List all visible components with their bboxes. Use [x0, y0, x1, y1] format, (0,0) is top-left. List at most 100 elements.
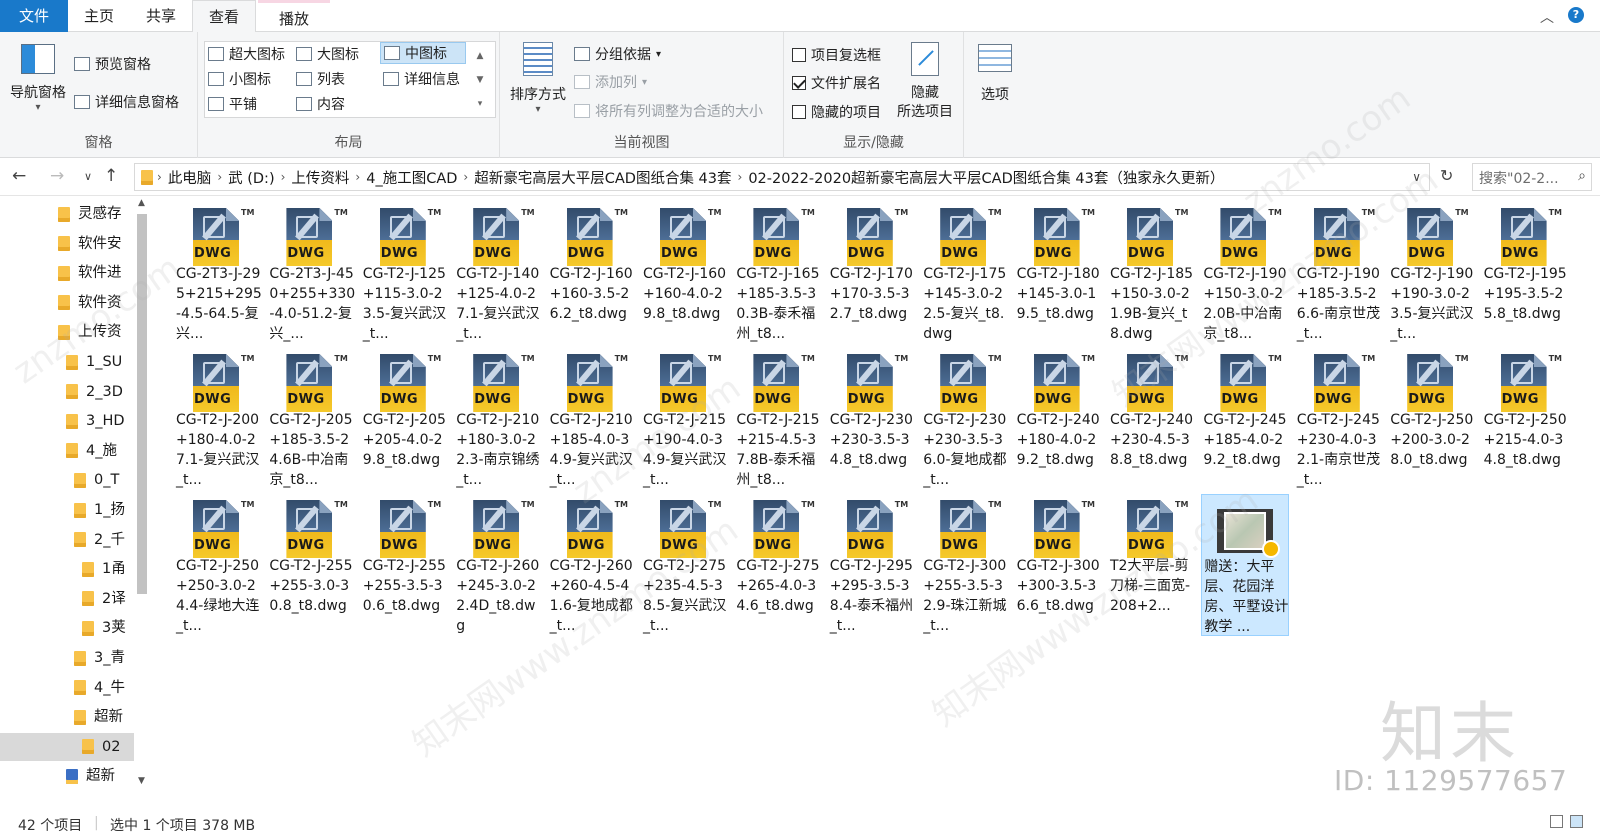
layout-large-icons[interactable]: 大图标	[296, 44, 359, 64]
dwg-file-item[interactable]: TM DWG CG-T2-J-210+185-4.0-34.9-复兴武汉_t...	[548, 348, 636, 490]
recent-locations-chevron-icon[interactable]: ∨	[84, 170, 92, 183]
dwg-file-item[interactable]: TM DWG CG-T2-J-300+255-3.5-32.9-珠江新城_t...	[921, 494, 1009, 636]
layout-gallery-scroll[interactable]: ▲ ▼ ▾	[474, 44, 486, 116]
nav-tree-item[interactable]: 2_千	[0, 526, 134, 554]
dwg-file-item[interactable]: TM DWG CG-T2-J-170+170-3.5-32.7_t8.dwg	[828, 202, 916, 344]
nav-tree-item[interactable]: 2译	[0, 585, 134, 613]
breadcrumb-upload[interactable]: 上传资料	[285, 167, 355, 188]
breadcrumb-current-folder[interactable]: 02-2022-2020超新豪宅高层大平层CAD图纸合集 43套（独家永久更新）	[742, 167, 1230, 188]
dwg-file-item[interactable]: TM DWG CG-T2-J-160+160-4.0-29.8_t8.dwg	[641, 202, 729, 344]
nav-tree-item[interactable]: 1_扬	[0, 496, 134, 524]
preview-pane-button[interactable]: 预览窗格	[74, 54, 151, 74]
dwg-file-item[interactable]: TM DWG CG-T2-J-215+215-4.5-37.8B-泰禾福州_t8..…	[734, 348, 822, 490]
tab-home[interactable]: 主页	[70, 0, 128, 32]
item-checkboxes-checkbox[interactable]	[792, 48, 806, 62]
dwg-file-item[interactable]: TM DWG CG-T2-J-250+215-4.0-34.8_t8.dwg	[1482, 348, 1570, 490]
dwg-file-item[interactable]: TM DWG CG-T2-J-250+200-3.0-28.0_t8.dwg	[1388, 348, 1476, 490]
breadcrumb-drive-d[interactable]: 武 (D:)	[222, 167, 280, 188]
scrollbar-thumb[interactable]	[137, 214, 147, 594]
breadcrumb-this-pc[interactable]: 此电脑	[162, 167, 218, 188]
dwg-file-item[interactable]: TM DWG CG-T2-J-240+230-4.5-38.8_t8.dwg	[1108, 348, 1196, 490]
dwg-file-item[interactable]: TM DWG CG-T2-J-205+185-3.5-24.6B-中冶南京_t8..…	[267, 348, 355, 490]
tab-file[interactable]: 文件	[0, 0, 68, 32]
hidden-items-checkbox[interactable]	[792, 105, 806, 119]
dwg-file-item[interactable]: TM DWG CG-T2-J-165+185-3.5-30.3B-泰禾福州_t8..…	[734, 202, 822, 344]
nav-tree-item[interactable]: 上传资	[0, 318, 134, 346]
layout-extra-large-icons[interactable]: 超大图标	[208, 44, 285, 64]
file-extensions-toggle[interactable]: 文件扩展名	[792, 73, 881, 93]
details-view-icon[interactable]	[1550, 815, 1563, 828]
nav-tree-item[interactable]: 3_青	[0, 644, 134, 672]
details-pane-button[interactable]: 详细信息窗格	[74, 92, 179, 112]
dwg-file-item[interactable]: TM DWG CG-T2-J-175+145-3.0-22.5-复兴_t8.dwg	[921, 202, 1009, 344]
scroll-down-icon[interactable]: ▼	[138, 776, 145, 786]
dwg-file-item[interactable]: TM DWG CG-T2-J-190+190-3.0-23.5-复兴武汉_t...	[1388, 202, 1476, 344]
dwg-file-item[interactable]: TM DWG CG-T2-J-195+195-3.5-25.8_t8.dwg	[1482, 202, 1570, 344]
search-icon[interactable]: ⌕	[1578, 168, 1586, 184]
dwg-file-item[interactable]: TM DWG CG-T2-J-245+230-4.0-32.1-南京世茂_t...	[1295, 348, 1383, 490]
breadcrumb-collection[interactable]: 超新豪宅高层大平层CAD图纸合集 43套	[468, 167, 737, 188]
layout-content[interactable]: 内容	[296, 94, 345, 114]
file-extensions-checkbox[interactable]	[792, 76, 806, 90]
dwg-file-item[interactable]: TM DWG CG-T2-J-260+245-3.0-22.4D_t8.dwg	[454, 494, 542, 636]
dwg-file-item[interactable]: TM DWG CG-T2-J-260+260-4.5-41.6-复地成都_t...	[548, 494, 636, 636]
nav-tree-item[interactable]: 0_T	[0, 466, 134, 494]
nav-tree-item[interactable]: 软件安	[0, 230, 134, 258]
layout-small-icons[interactable]: 小图标	[208, 69, 271, 89]
dwg-file-item[interactable]: TM DWG CG-T2-J-240+180-4.0-29.2_t8.dwg	[1015, 348, 1103, 490]
item-checkboxes-toggle[interactable]: 项目复选框	[792, 45, 881, 65]
nav-tree-item[interactable]: 2_3D	[0, 378, 134, 406]
hidden-items-toggle[interactable]: 隐藏的项目	[792, 102, 881, 122]
address-bar[interactable]: › 此电脑 › 武 (D:) › 上传资料 › 4_施工图CAD › 超新豪宅高…	[134, 163, 1430, 191]
nav-tree-item[interactable]: 4_牛	[0, 674, 134, 702]
nav-tree-item[interactable]: 02	[0, 732, 134, 761]
dwg-file-item[interactable]: TM DWG CG-T2-J-255+255-3.0-30.8_t8.dwg	[267, 494, 355, 636]
breadcrumb-cad[interactable]: 4_施工图CAD	[360, 167, 463, 188]
nav-tree-item[interactable]: 3_HD	[0, 407, 134, 435]
nav-tree-item[interactable]: 1_SU	[0, 348, 134, 376]
dwg-file-item[interactable]: TM DWG CG-T2-J-160+160-3.5-26.2_t8.dwg	[548, 202, 636, 344]
dwg-file-item[interactable]: TM DWG CG-T2-J-190+150-3.0-22.0B-中冶南京_t8..…	[1201, 202, 1289, 344]
up-arrow-icon[interactable]: ↑	[104, 166, 118, 186]
nav-tree-item[interactable]: 4_施	[0, 437, 134, 465]
dwg-file-item[interactable]: TM DWG CG-2T3-J-450+255+330-4.0-51.2-复兴_..…	[267, 202, 355, 344]
forward-arrow-icon[interactable]: →	[50, 166, 64, 186]
dwg-file-item[interactable]: TM DWG T2大平层-剪刀梯-三面宽-208+2...	[1108, 494, 1196, 636]
dwg-file-item[interactable]: TM DWG CG-T2-J-230+230-3.5-36.0-复地成都_t...	[921, 348, 1009, 490]
large-icons-view-icon[interactable]	[1570, 815, 1583, 828]
address-history-chevron-icon[interactable]: ∨	[1412, 170, 1421, 184]
nav-tree-item[interactable]: 1甬	[0, 555, 134, 583]
dwg-file-item[interactable]: TM DWG CG-T2-J-125+115-3.0-23.5-复兴武汉_t...	[361, 202, 449, 344]
dwg-file-item[interactable]: TM DWG CG-T2-J-200+180-4.0-27.1-复兴武汉_t...	[174, 348, 262, 490]
collapse-ribbon-icon[interactable]: ︿	[1540, 7, 1554, 27]
tab-share[interactable]: 共享	[132, 0, 190, 32]
dwg-file-item[interactable]: TM DWG CG-T2-J-180+145-3.0-19.5_t8.dwg	[1015, 202, 1103, 344]
dwg-file-item[interactable]: TM DWG CG-T2-J-230+230-3.5-34.8_t8.dwg	[828, 348, 916, 490]
navigation-pane-scrollbar[interactable]: ▲ ▼	[134, 196, 150, 810]
nav-tree-item[interactable]: 3荚	[0, 614, 134, 642]
layout-details[interactable]: 详细信息	[383, 69, 460, 89]
dwg-file-item[interactable]: TM DWG CG-T2-J-210+180-3.0-22.3-南京锦绣_t...	[454, 348, 542, 490]
scroll-up-icon[interactable]: ▲	[138, 198, 145, 208]
hide-selected-items-button[interactable]: 隐藏 所选项目	[892, 42, 958, 122]
dwg-file-item[interactable]: TM DWG CG-T2-J-300+300-3.5-36.6_t8.dwg	[1015, 494, 1103, 636]
dwg-file-item[interactable]: TM DWG CG-T2-J-250+250-3.0-24.4-绿地大连_t...	[174, 494, 262, 636]
dwg-file-item[interactable]: TM DWG CG-T2-J-245+185-4.0-29.2_t8.dwg	[1201, 348, 1289, 490]
nav-tree-item[interactable]: 超新	[0, 703, 134, 731]
help-icon[interactable]: ?	[1568, 7, 1584, 23]
dwg-file-item[interactable]: TM DWG CG-T2-J-205+205-4.0-29.8_t8.dwg	[361, 348, 449, 490]
group-by-button[interactable]: 分组依据 ▾	[574, 44, 661, 64]
nav-tree-item[interactable]: 超新	[0, 762, 134, 790]
dwg-file-item[interactable]: TM DWG CG-T2-J-295+295-3.5-38.4-泰禾福州_t...	[828, 494, 916, 636]
layout-list[interactable]: 列表	[296, 69, 345, 89]
dwg-file-item[interactable]: TM DWG CG-T2-J-185+150-3.0-21.9B-复兴_t8.dwg	[1108, 202, 1196, 344]
size-columns-to-fit-button[interactable]: 将所有列调整为合适的大小	[574, 101, 763, 121]
nav-tree-item[interactable]: 软件进	[0, 259, 134, 287]
layout-medium-icons[interactable]: 中图标	[380, 42, 466, 64]
tab-play[interactable]: 播放	[258, 0, 330, 32]
dwg-file-item[interactable]: TM DWG CG-T2-J-255+255-3.5-30.6_t8.dwg	[361, 494, 449, 636]
add-columns-button[interactable]: 添加列 ▾	[574, 72, 647, 92]
tab-view[interactable]: 查看	[192, 0, 256, 33]
dwg-file-item[interactable]: TM DWG CG-2T3-J-295+215+295-4.5-64.5-复兴...	[174, 202, 262, 344]
dwg-file-item[interactable]: TM DWG CG-T2-J-215+190-4.0-34.9-复兴武汉_t...	[641, 348, 729, 490]
